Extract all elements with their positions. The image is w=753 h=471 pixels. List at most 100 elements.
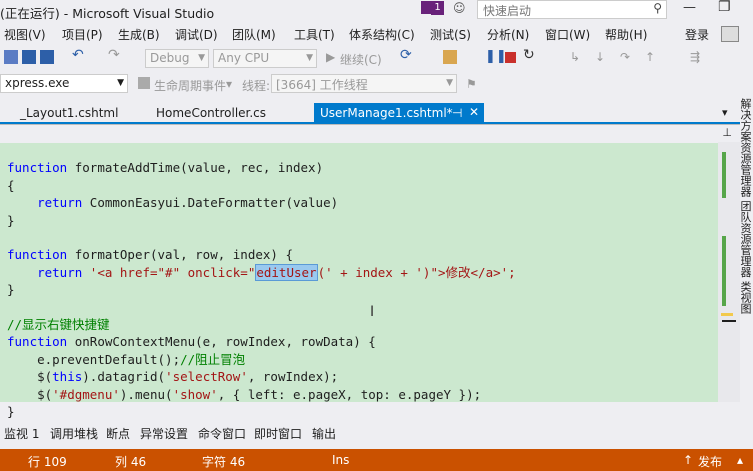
menu-debug[interactable]: 调试(D): [175, 26, 218, 43]
menu-help[interactable]: 帮助(H): [605, 26, 647, 43]
restart-icon[interactable]: ↻: [523, 47, 537, 63]
avatar[interactable]: [721, 26, 739, 42]
change-marker: [722, 152, 726, 198]
tab-watch[interactable]: 监视 1: [4, 425, 39, 442]
quick-launch-placeholder: 快速启动: [483, 4, 532, 18]
continue-button[interactable]: 继续(C): [340, 51, 382, 68]
login-link[interactable]: 登录: [685, 26, 709, 43]
tab-command-window[interactable]: 命令窗口: [198, 425, 246, 442]
process-select[interactable]: xpress.exe ▼: [0, 74, 128, 93]
code-line: }: [7, 282, 15, 298]
side-panel-tabs[interactable]: 解决方案资源管理器 团队资源管理器 类视图: [739, 96, 753, 402]
new-project-icon[interactable]: [4, 50, 18, 64]
minimize-button[interactable]: —: [683, 0, 696, 15]
publish-dropdown-icon[interactable]: ▴: [737, 453, 743, 467]
pin-icon[interactable]: ⊣: [452, 106, 462, 120]
standard-toolbar: ↶ ↷ Debug ▼ Any CPU ▼ ▶ 继续(C) ⟳ ❚❚ ↻ ↳ ↓ ↷…: [0, 46, 753, 71]
save-icon[interactable]: [22, 50, 36, 64]
code-text: function formateAddTime(value, rec, inde…: [7, 142, 516, 421]
thread-flag-icon[interactable]: ⚑: [466, 77, 477, 91]
browser-link-icon[interactable]: [443, 50, 457, 64]
menu-tools[interactable]: 工具(T): [294, 26, 335, 43]
publish-button[interactable]: 发布: [698, 453, 722, 470]
status-char: 字符 46: [202, 455, 246, 469]
menu-project[interactable]: 项目(P): [62, 26, 103, 43]
code-line: function onRowContextMenu(e, rowIndex, r…: [7, 334, 376, 350]
tab-usermanage-label: UserManage1.cshtml*: [320, 106, 453, 120]
tab-immediate-window[interactable]: 即时窗口: [254, 425, 302, 442]
code-line: function formatOper(val, row, index) {: [7, 247, 293, 263]
thread-value: [3664] 工作线程: [276, 78, 368, 92]
config-value: Debug: [150, 51, 190, 65]
tab-call-stack[interactable]: 调用堆栈: [50, 425, 98, 442]
title-bar: (正在运行) - Microsoft Visual Studio 1 ☺ 快速启…: [0, 0, 753, 22]
lifecycle-dropdown-icon[interactable]: ▾: [226, 77, 232, 91]
process-value: xpress.exe: [5, 76, 70, 90]
chevron-down-icon: ▼: [117, 78, 124, 88]
platform-value: Any CPU: [218, 51, 270, 65]
split-editor-icon[interactable]: ⊥: [722, 126, 732, 139]
quick-launch-input[interactable]: 快速启动 ⚲: [477, 0, 667, 19]
menu-window[interactable]: 窗口(W): [545, 26, 590, 43]
thread-label: 线程:: [242, 79, 271, 93]
menu-analyze[interactable]: 分析(N): [487, 26, 529, 43]
document-tabs: _Layout1.cshtml HomeController.cs UserMa…: [0, 103, 753, 124]
code-line: function formateAddTime(value, rec, inde…: [7, 160, 324, 176]
change-marker: [722, 236, 726, 306]
code-line: {: [7, 177, 15, 193]
show-next-statement-icon[interactable]: ↳: [570, 50, 580, 64]
redo-icon[interactable]: ↷: [108, 47, 122, 63]
code-line: return '<a href="#" onclick="editUser(' …: [7, 263, 516, 281]
lifecycle-events-button[interactable]: 生命周期事件: [154, 77, 226, 94]
window-title: (正在运行) - Microsoft Visual Studio: [0, 6, 215, 21]
chevron-down-icon: ▼: [198, 53, 205, 63]
step-over-icon[interactable]: ↷: [620, 50, 630, 64]
config-select[interactable]: Debug ▼: [145, 49, 209, 68]
tab-output[interactable]: 输出: [312, 425, 336, 442]
menu-architecture[interactable]: 体系结构(C): [349, 26, 415, 43]
code-line: //显示右键快捷键: [7, 317, 110, 333]
menu-build[interactable]: 生成(B): [118, 26, 160, 43]
undo-icon[interactable]: ↶: [72, 47, 86, 63]
search-icon: ⚲: [653, 1, 662, 15]
save-all-icon[interactable]: [40, 50, 54, 64]
code-line: $(this).datagrid('selectRow', rowIndex);: [7, 369, 339, 385]
tab-homecontroller[interactable]: HomeController.cs: [156, 106, 266, 120]
tab-breakpoints[interactable]: 断点: [106, 425, 130, 442]
restore-button[interactable]: ❐: [718, 0, 731, 15]
hex-icon[interactable]: ⇶: [690, 50, 700, 64]
feedback-icon[interactable]: ☺: [453, 1, 466, 15]
platform-select[interactable]: Any CPU ▼: [213, 49, 317, 68]
tool-window-tabs: 监视 1 调用堆栈 断点 异常设置 命令窗口 即时窗口 输出: [0, 422, 753, 442]
thread-select[interactable]: [3664] 工作线程 ▼: [271, 74, 457, 93]
tab-layout[interactable]: _Layout1.cshtml: [20, 106, 118, 120]
refresh-icon[interactable]: ⟳: [400, 47, 414, 63]
text-cursor-icon: I: [370, 304, 375, 320]
code-line: e.preventDefault();//阻止冒泡: [7, 351, 246, 367]
menu-team[interactable]: 团队(M): [232, 26, 276, 43]
status-mode: Ins: [332, 453, 350, 467]
step-out-icon[interactable]: ↑: [645, 50, 655, 64]
notification-badge[interactable]: 1: [431, 1, 444, 15]
close-icon[interactable]: ✕: [469, 105, 479, 119]
tab-usermanage[interactable]: UserManage1.cshtml* ⊣ ✕: [314, 103, 484, 124]
code-line: $('#dgmenu').menu('show', { left: e.page…: [7, 386, 482, 402]
menu-view[interactable]: 视图(V): [4, 26, 46, 43]
tab-overflow-icon[interactable]: ▾: [722, 106, 728, 119]
side-panel-label: 解决方案资源管理器 团队资源管理器 类视图: [739, 98, 752, 314]
code-line: }: [7, 404, 15, 420]
stop-icon[interactable]: [505, 52, 516, 63]
step-into-icon[interactable]: ↓: [595, 50, 605, 64]
menu-test[interactable]: 测试(S): [430, 26, 471, 43]
lifecycle-icon: [138, 77, 150, 89]
status-bar: 行 109 列 46 字符 46 Ins ↑ 发布 ▴: [0, 449, 753, 471]
play-icon[interactable]: ▶: [326, 50, 335, 64]
debug-location-toolbar: xpress.exe ▼ 生命周期事件 ▾ 线程: [3664] 工作线程 ▼ ⚑: [0, 72, 753, 96]
publish-icon[interactable]: ↑: [683, 453, 693, 467]
code-editor[interactable]: ⊥ function formateAddTime(value, rec, in…: [0, 124, 740, 419]
tab-exception-settings[interactable]: 异常设置: [140, 425, 188, 442]
status-column: 列 46: [115, 455, 147, 469]
pause-icon[interactable]: ❚❚: [485, 49, 507, 64]
